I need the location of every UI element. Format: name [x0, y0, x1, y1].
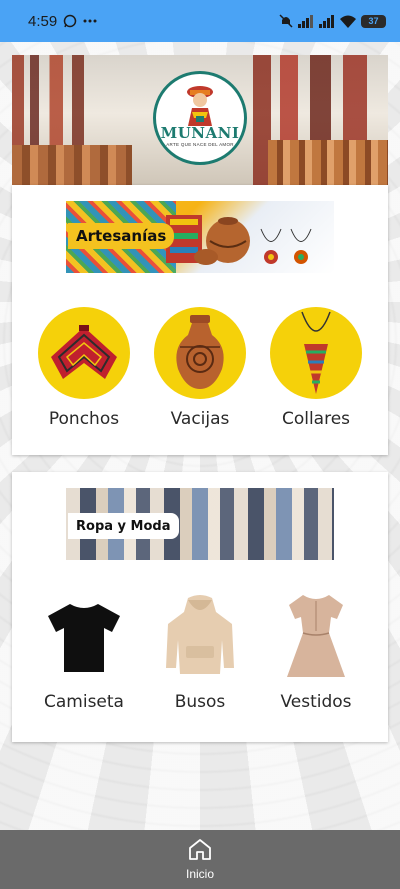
munani-logo: MUNANI ARTE QUE NACE DEL AMOR [153, 71, 247, 165]
logo-name: MUNANI [160, 124, 240, 142]
mute-icon [279, 14, 293, 28]
signal-icon-2 [319, 14, 335, 28]
battery-icon: 37 [361, 14, 386, 28]
artisan-figure-icon [187, 86, 213, 126]
artesanias-banner-label: Artesanías [68, 223, 175, 249]
whatsapp-icon [63, 14, 77, 28]
status-time: 4:59 [28, 12, 58, 30]
ropa-banner[interactable]: Ropa y Moda [66, 488, 334, 560]
category-label: Busos [174, 692, 226, 712]
category-ponchos[interactable]: Ponchos [36, 307, 132, 429]
crafts-illustration-icon [166, 215, 312, 265]
home-icon [188, 838, 212, 865]
tshirt-icon [38, 590, 130, 682]
poncho-icon [38, 307, 130, 399]
ropa-banner-label: Ropa y Moda [68, 513, 179, 539]
necklace-icon [270, 307, 362, 399]
vase-icon [154, 307, 246, 399]
artesanias-banner[interactable]: Artesanías [66, 201, 334, 273]
category-label: Camiseta [44, 692, 124, 712]
hero-banner: MUNANI ARTE QUE NACE DEL AMOR [12, 55, 388, 185]
artesanias-card: Artesanías Ponchos Vacijas Collares [12, 185, 388, 455]
ropa-categories: Camiseta Busos Vestidos [12, 590, 388, 712]
artesanias-categories: Ponchos Vacijas Collares [12, 307, 388, 429]
ropa-card: Ropa y Moda Camiseta Busos Vestidos [12, 472, 388, 742]
dress-icon [270, 590, 362, 682]
wifi-icon [340, 15, 356, 28]
category-label: Collares [281, 409, 351, 429]
category-vacijas[interactable]: Vacijas [152, 307, 248, 429]
nav-home[interactable]: Inicio [186, 838, 214, 881]
hoodie-icon [154, 590, 246, 682]
category-label: Ponchos [48, 409, 120, 429]
category-vestidos[interactable]: Vestidos [268, 590, 364, 712]
status-bar: 4:59 37 [0, 0, 400, 42]
category-label: Vestidos [280, 692, 352, 712]
category-collares[interactable]: Collares [268, 307, 364, 429]
bottom-nav: Inicio [0, 830, 400, 889]
more-dots-icon [83, 19, 97, 23]
nav-home-label: Inicio [185, 867, 214, 881]
category-busos[interactable]: Busos [152, 590, 248, 712]
logo-tagline: ARTE QUE NACE DEL AMOR [166, 142, 234, 147]
signal-icon [298, 14, 314, 28]
category-label: Vacijas [170, 409, 230, 429]
category-camiseta[interactable]: Camiseta [36, 590, 132, 712]
